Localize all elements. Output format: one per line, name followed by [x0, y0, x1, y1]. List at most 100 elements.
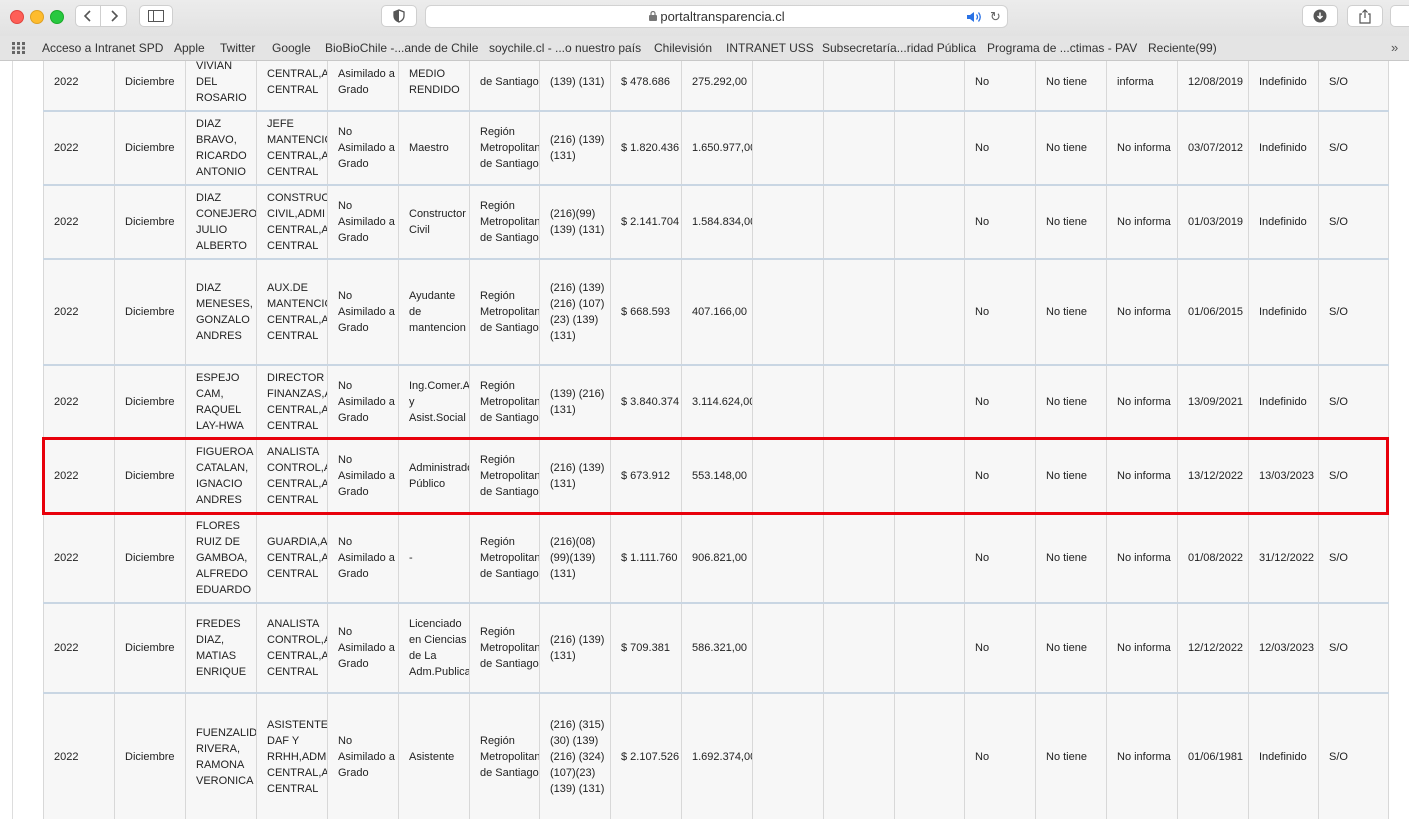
cell-empty: [752, 61, 824, 111]
cell-assign: (216) (315)(30) (139) (216) (324) (107)(…: [539, 693, 611, 819]
cell-year: 2022: [43, 259, 115, 365]
cell-end: 31/12/2022: [1248, 513, 1319, 603]
cell-flag2: No tiene: [1035, 185, 1107, 259]
cell-empty: [894, 259, 965, 365]
cell-month: Diciembre: [114, 365, 186, 439]
cell-month: Diciembre: [114, 439, 186, 513]
cell-flag2: No tiene: [1035, 439, 1107, 513]
cell-year: 2022: [43, 603, 115, 693]
cell-end: Indefinido: [1248, 693, 1319, 819]
cell-obs: S/O: [1318, 513, 1389, 603]
cell-name: FIGUEROA CATALAN, IGNACIO ANDRES: [185, 439, 257, 513]
cell-year: 2022: [43, 365, 115, 439]
bookmark-item[interactable]: Reciente(99): [1148, 41, 1217, 55]
cell-gross: $ 709.381: [610, 603, 682, 693]
cell-gross: $ 1.111.760: [610, 513, 682, 603]
cell-position: CONSTRUC CIVIL,ADMI CENTRAL,A CENTRAL: [256, 185, 328, 259]
audio-icon[interactable]: [966, 10, 984, 24]
cell-title: MEDIO RENDIDO: [398, 61, 470, 111]
cell-assign: (139) (216) (131): [539, 365, 611, 439]
cell-net: 275.292,00: [681, 61, 753, 111]
cell-month: Diciembre: [114, 693, 186, 819]
cell-name: DIAZ BRAVO, RICARDO ANTONIO: [185, 111, 257, 185]
cell-obs: S/O: [1318, 693, 1389, 819]
cell-flag2: No tiene: [1035, 693, 1107, 819]
cell-year: 2022: [43, 439, 115, 513]
cell-month: Diciembre: [114, 61, 186, 111]
cell-end: Indefinido: [1248, 259, 1319, 365]
cell-position: AUX.DE MANTENCIO CENTRAL,A CENTRAL: [256, 259, 328, 365]
cell-net: 3.114.624,00: [681, 365, 753, 439]
cell-title: -: [398, 513, 470, 603]
cell-position: ASISTENTE DAF Y RRHH,ADM CENTRAL,A CENTR…: [256, 693, 328, 819]
bookmark-item[interactable]: INTRANET USS: [726, 41, 814, 55]
cell-month: Diciembre: [114, 185, 186, 259]
close-window-button[interactable]: [10, 10, 24, 24]
shield-icon: [393, 9, 405, 23]
cell-empty: [752, 603, 824, 693]
bookmark-item[interactable]: Chilevisión: [654, 41, 712, 55]
cell-net: 906.821,00: [681, 513, 753, 603]
reload-icon[interactable]: ↻: [990, 9, 1001, 25]
cell-end: Indefinido: [1248, 61, 1319, 111]
cell-month: Diciembre: [114, 603, 186, 693]
cell-year: 2022: [43, 693, 115, 819]
cell-position: DIRECTOR FINANZAS,A CENTRAL,A CENTRAL: [256, 365, 328, 439]
downloads-button[interactable]: [1302, 5, 1338, 27]
back-button[interactable]: [75, 5, 101, 27]
cell-end: Indefinido: [1248, 111, 1319, 185]
cell-gross: $ 1.820.436: [610, 111, 682, 185]
cell-flag1: No: [964, 693, 1036, 819]
cell-net: 407.166,00: [681, 259, 753, 365]
cell-month: Diciembre: [114, 259, 186, 365]
cell-assign: (216) (139) (131): [539, 603, 611, 693]
cell-region: Región Metropolitan de Santiago: [469, 513, 540, 603]
cell-obs: S/O: [1318, 259, 1389, 365]
bookmark-item[interactable]: Google: [272, 41, 311, 55]
cell-flag3: No informa: [1106, 603, 1178, 693]
table-row: 2022 Diciembre DIAZ MENESES, GONZALO ANDRE…: [43, 259, 1389, 365]
table-row: 2022 Diciembre DIAZ BRAVO, RICARDO ANTONIO…: [43, 111, 1389, 185]
table-row: 2022 Diciembre FLORES RUIZ DE GAMBOA, ALFR…: [43, 513, 1389, 603]
staff-table-body: 2022 Diciembre VIVIAN DEL ROSARIO CENTRAL,A…: [43, 61, 1389, 819]
cell-empty: [894, 693, 965, 819]
cell-start: 01/06/2015: [1177, 259, 1249, 365]
bookmark-item[interactable]: Subsecretaría...ridad Pública: [822, 41, 976, 55]
cell-grade: Asimilado a Grado: [327, 61, 399, 111]
bookmark-item[interactable]: Acceso a Intranet SPD: [42, 41, 163, 55]
cell-empty: [752, 693, 824, 819]
cell-empty: [823, 603, 895, 693]
cell-empty: [752, 365, 824, 439]
table-row: 2022 Diciembre ESPEJO CAM, RAQUEL LAY-HWA D…: [43, 365, 1389, 439]
bookmark-item[interactable]: Twitter: [220, 41, 255, 55]
cell-start: 01/06/1981: [1177, 693, 1249, 819]
address-bar[interactable]: portaltransparencia.cl ↻: [425, 5, 1008, 28]
minimize-window-button[interactable]: [30, 10, 44, 24]
bookmark-item[interactable]: Programa de ...ctimas - PAV: [987, 41, 1137, 55]
cell-end: 12/03/2023: [1248, 603, 1319, 693]
bookmark-item[interactable]: Apple: [174, 41, 205, 55]
privacy-report-button[interactable]: [381, 5, 417, 27]
cell-flag3: No informa: [1106, 439, 1178, 513]
zoom-window-button[interactable]: [50, 10, 64, 24]
lock-icon: [649, 11, 657, 21]
cell-grade: No Asimilado a Grado: [327, 693, 399, 819]
sidebar-toggle-button[interactable]: [139, 5, 173, 27]
cell-position: GUARDIA,A CENTRAL,A CENTRAL: [256, 513, 328, 603]
page-content: 2022 Diciembre VIVIAN DEL ROSARIO CENTRAL,A…: [0, 61, 1409, 819]
cell-end: Indefinido: [1248, 185, 1319, 259]
download-icon: [1313, 9, 1327, 23]
apps-grid-icon[interactable]: [12, 42, 28, 54]
table-row: 2022 Diciembre FREDES DIAZ, MATIAS ENRIQUE…: [43, 603, 1389, 693]
tab-overview-button[interactable]: [1390, 5, 1409, 27]
cell-start: 12/08/2019: [1177, 61, 1249, 111]
more-icon[interactable]: »: [1391, 40, 1398, 55]
cell-title: Maestro: [398, 111, 470, 185]
forward-button[interactable]: [101, 5, 127, 27]
cell-assign: (216) (139) (131): [539, 111, 611, 185]
bookmark-item[interactable]: soychile.cl - ...o nuestro país: [489, 41, 641, 55]
cell-flag2: No tiene: [1035, 513, 1107, 603]
share-button[interactable]: [1347, 5, 1383, 27]
bookmark-item[interactable]: BioBioChile -...ande de Chile: [325, 41, 478, 55]
cell-start: 12/12/2022: [1177, 603, 1249, 693]
